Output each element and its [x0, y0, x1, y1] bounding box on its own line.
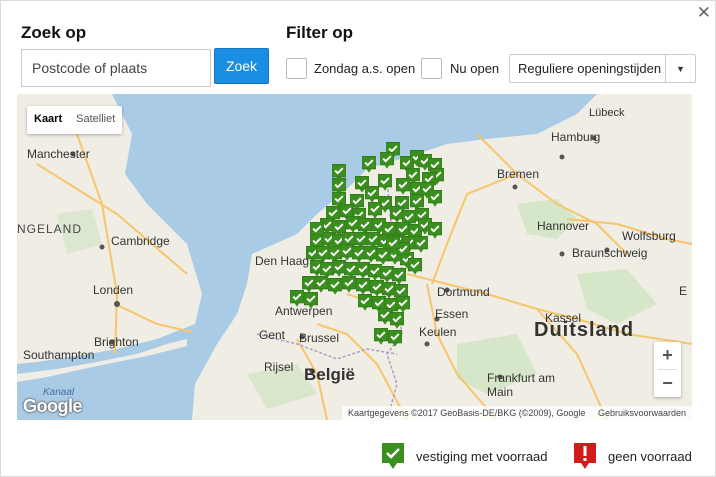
map-label: Manchester: [27, 147, 90, 161]
legend-no-stock: geen voorraad: [574, 443, 692, 469]
map-label: Braunschweig: [572, 246, 648, 260]
check-marker-icon[interactable]: [396, 178, 410, 195]
check-marker-icon[interactable]: [304, 292, 318, 309]
map-label: Hannover: [537, 219, 590, 233]
check-marker-icon[interactable]: [428, 190, 442, 207]
map-label: Bremen: [497, 167, 540, 181]
map-label: NGELAND: [17, 222, 83, 236]
map-label: Londen: [93, 283, 134, 297]
check-marker-icon[interactable]: [356, 278, 370, 295]
google-logo: Google: [23, 396, 83, 416]
now-open-label: Nu open: [450, 61, 500, 76]
now-open-checkbox[interactable]: [421, 58, 442, 79]
check-marker-icon[interactable]: [362, 156, 376, 173]
zoom-out-button[interactable]: −: [654, 370, 681, 397]
filter-heading: Filter op: [286, 23, 354, 42]
check-marker-icon[interactable]: [328, 278, 342, 295]
check-marker-icon: [382, 443, 404, 469]
sunday-open-checkbox[interactable]: [286, 58, 307, 79]
map-label: Brussel: [299, 331, 340, 345]
map-label: Southampton: [23, 348, 95, 362]
check-marker-icon[interactable]: [314, 276, 328, 293]
legend-stock-label: vestiging met voorraad: [416, 448, 548, 464]
map-label: Duitsland: [534, 319, 635, 341]
check-marker-icon[interactable]: [358, 294, 372, 311]
check-marker-icon[interactable]: [368, 202, 382, 219]
map-label: Den Haag: [255, 254, 310, 268]
map-label: E: [679, 284, 688, 298]
map[interactable]: Lübeck Hamburg Bremen Manchester NGELAND…: [17, 94, 692, 420]
store-locator-modal: ✕ Zoek op Zoek Filter op Zondag a.s. ope…: [0, 0, 716, 477]
map-label: Wolfsburg: [622, 229, 676, 243]
attribution-text: Kaartgegevens ©2017 GeoBasis-DE/BKG (©20…: [348, 408, 586, 418]
check-marker-icon[interactable]: [408, 258, 422, 275]
map-type-satellite-button[interactable]: Satelliet: [69, 106, 122, 134]
map-label: Brighton: [94, 335, 139, 349]
close-icon[interactable]: ✕: [697, 4, 711, 21]
sunday-open-label: Zondag a.s. open: [314, 61, 416, 76]
legend-stock: vestiging met voorraad: [382, 443, 548, 469]
check-marker-icon[interactable]: [396, 296, 410, 313]
check-marker-icon[interactable]: [378, 174, 392, 191]
search-input[interactable]: [21, 49, 211, 87]
map-label: Rijsel: [264, 360, 294, 374]
search-heading: Zoek op: [21, 23, 87, 42]
map-type-map-button[interactable]: Kaart: [27, 106, 69, 134]
map-label: België: [304, 365, 356, 384]
legend-no-stock-label: geen voorraad: [608, 448, 692, 464]
map-label: Essen: [435, 307, 469, 321]
check-marker-icon[interactable]: [374, 328, 388, 345]
opening-hours-select[interactable]: Reguliere openingstijden ▼: [509, 54, 696, 83]
opening-hours-value: Reguliere openingstijden: [518, 61, 662, 76]
check-marker-icon[interactable]: [380, 152, 394, 169]
map-label: Gent: [259, 328, 286, 342]
terms-link[interactable]: Gebruiksvoorwaarden: [598, 408, 686, 418]
exclamation-marker-icon: [574, 443, 596, 469]
map-type-control: Kaart Satelliet: [27, 106, 123, 134]
check-marker-icon[interactable]: [388, 330, 402, 347]
map-label: Hamburg: [551, 130, 601, 144]
map-label: Frankfurt am Main: [487, 371, 556, 399]
zoom-in-button[interactable]: +: [654, 342, 681, 369]
check-marker-icon[interactable]: [290, 290, 304, 307]
check-marker-icon[interactable]: [428, 222, 442, 239]
check-marker-icon[interactable]: [386, 236, 400, 253]
map-label: Cambridge: [111, 234, 170, 248]
map-attribution: Kaartgegevens ©2017 GeoBasis-DE/BKG (©20…: [342, 406, 692, 420]
check-marker-icon[interactable]: [310, 222, 324, 239]
check-marker-icon[interactable]: [414, 236, 428, 253]
map-label: Dortmund: [437, 285, 490, 299]
chevron-down-icon[interactable]: ▼: [665, 55, 695, 82]
check-marker-icon[interactable]: [342, 276, 356, 293]
search-button[interactable]: Zoek: [214, 48, 269, 84]
check-marker-icon[interactable]: [390, 312, 404, 329]
check-marker-icon[interactable]: [365, 186, 379, 203]
map-label: Lübeck: [589, 107, 625, 119]
map-label: Keulen: [419, 325, 457, 339]
zoom-control: + −: [654, 342, 681, 397]
